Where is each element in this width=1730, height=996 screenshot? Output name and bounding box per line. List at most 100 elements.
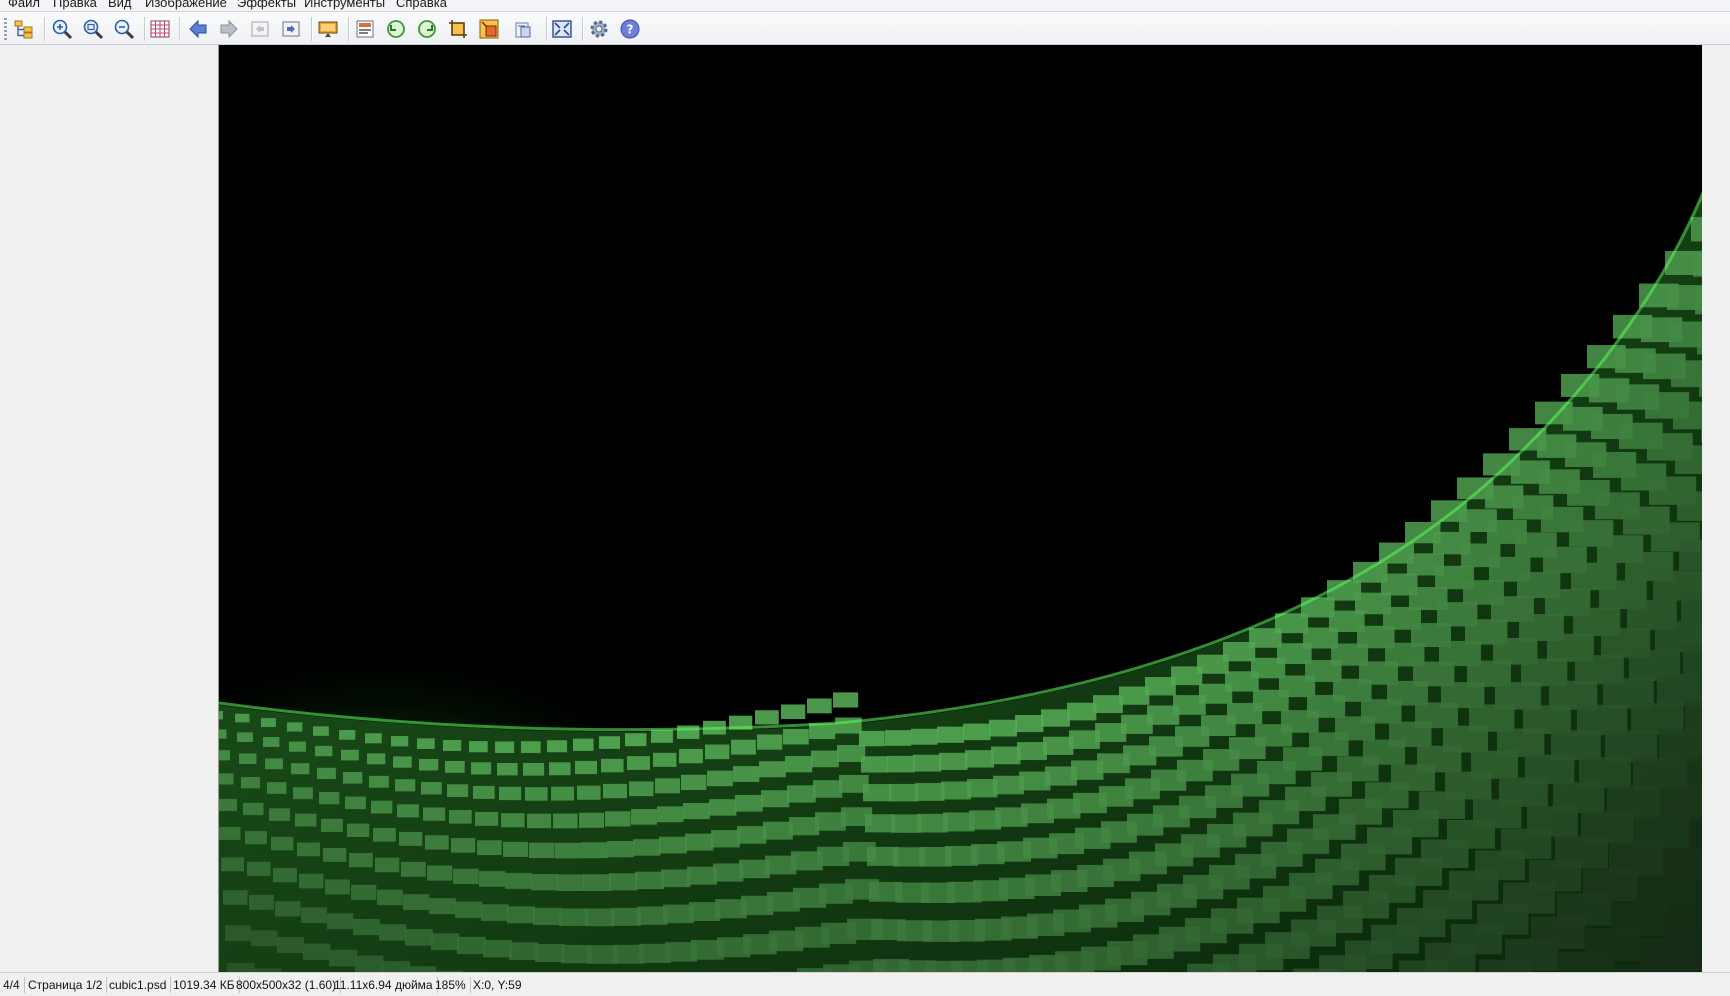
status-filesize: 1019.34 КБ	[170, 977, 240, 993]
cube-tile	[249, 894, 274, 910]
menu-image[interactable]: Изображение	[145, 0, 227, 11]
cube-tile	[655, 778, 680, 794]
next-image-button[interactable]	[216, 16, 242, 42]
help-button[interactable]: ?	[617, 16, 643, 42]
cube-tile	[1675, 445, 1702, 474]
cube-tile	[237, 732, 253, 742]
cube-tile	[577, 785, 601, 800]
cube-tile	[421, 782, 442, 795]
image-viewer[interactable]	[218, 45, 1702, 972]
thumbnails-grid-button[interactable]	[147, 16, 173, 42]
left-panel[interactable]	[0, 45, 218, 972]
cube-tile	[507, 906, 536, 924]
cube-tile	[219, 750, 230, 761]
cube-tile	[219, 773, 234, 785]
cube-tile	[1693, 946, 1702, 972]
cube-tile	[559, 908, 589, 926]
menu-effects[interactable]: Эффекты	[237, 0, 296, 11]
status-dimensions: 800x500x32 (1.60)	[233, 977, 342, 993]
cube-tile	[403, 894, 430, 910]
cube-tile	[247, 861, 271, 876]
cube-tile	[419, 758, 439, 771]
rotate-left-button[interactable]	[383, 16, 409, 42]
cube-tile	[861, 756, 889, 773]
cube-tile	[573, 738, 594, 751]
cube-tile	[833, 692, 859, 708]
cube-tile	[505, 872, 532, 889]
cube-tile	[611, 907, 641, 926]
cube-tile	[351, 884, 377, 900]
cube-tile	[299, 873, 324, 889]
scan-icon	[515, 22, 531, 38]
cube-tile	[329, 949, 357, 967]
cube-tile	[523, 762, 545, 776]
cube-tile	[633, 839, 661, 856]
cube-tile	[687, 866, 717, 885]
status-filename: cubic1.psd	[106, 977, 172, 993]
cube-tile	[599, 736, 620, 749]
cube-tile	[705, 744, 730, 760]
cube-tile	[763, 821, 793, 840]
cube-tile	[293, 787, 313, 800]
zoom-out-button[interactable]	[111, 16, 137, 42]
menu-help[interactable]: Справка	[396, 0, 447, 11]
zoom-in-button[interactable]	[49, 16, 75, 42]
rotate-right-button[interactable]	[414, 16, 440, 42]
toolbar-grip[interactable]	[4, 18, 7, 40]
zoom-out-icon	[114, 19, 135, 40]
cube-tile	[607, 841, 634, 858]
cube-tile	[991, 746, 1021, 765]
cube-tile	[393, 756, 412, 768]
cube-tile	[1577, 704, 1628, 735]
cube-tile	[423, 807, 446, 821]
previous-page-button[interactable]	[247, 16, 273, 42]
cube-tile	[679, 748, 703, 764]
cube-tile	[807, 698, 832, 714]
slideshow-button[interactable]	[315, 16, 341, 42]
cube-tile	[355, 955, 384, 972]
cube-tile	[583, 874, 612, 892]
menu-tools[interactable]: Инструменты	[304, 0, 385, 11]
cube-tile	[495, 741, 515, 753]
cube-tile	[681, 774, 707, 791]
cube-tile	[445, 760, 465, 773]
cube-tile	[547, 740, 568, 753]
menu-bar: Файл Правка Вид Изображение Эффекты Инст…	[0, 0, 1730, 12]
browser-button[interactable]	[11, 16, 37, 42]
cube-tile	[963, 723, 991, 741]
cube-tile	[477, 840, 502, 856]
fullscreen-button[interactable]	[549, 16, 575, 42]
slideshow-icon	[318, 21, 338, 37]
next-page-button[interactable]	[278, 16, 304, 42]
cube-tile	[787, 785, 816, 803]
cube-tile	[913, 754, 942, 772]
cube-tile	[529, 842, 555, 859]
crop-button[interactable]	[445, 16, 471, 42]
settings-button[interactable]	[586, 16, 612, 42]
menu-edit[interactable]: Правка	[53, 0, 97, 11]
next-page-icon	[282, 21, 300, 37]
cube-tile	[661, 869, 691, 888]
cube-tile	[785, 755, 813, 773]
cube-tile	[789, 817, 820, 836]
zoom-fit-button[interactable]	[80, 16, 106, 42]
cube-tile	[297, 842, 320, 857]
status-file-index: 4/4	[0, 977, 25, 993]
cube-tile	[531, 874, 559, 891]
scan-button[interactable]	[510, 16, 536, 42]
cube-tile	[603, 783, 627, 799]
previous-image-button[interactable]	[185, 16, 211, 42]
image-properties-button[interactable]	[352, 16, 378, 42]
menu-view[interactable]: Вид	[108, 0, 132, 11]
cube-tile	[555, 842, 582, 859]
resize-button[interactable]	[476, 16, 502, 42]
cube-tile	[635, 871, 664, 890]
cube-tile	[579, 812, 605, 828]
cube-tile	[1679, 539, 1702, 571]
cube-tile	[317, 767, 336, 780]
cube-tile	[301, 907, 327, 923]
cube-tile	[937, 726, 965, 743]
cube-tile	[287, 722, 303, 732]
menu-file[interactable]: Файл	[8, 0, 40, 11]
cube-tile	[561, 944, 592, 964]
